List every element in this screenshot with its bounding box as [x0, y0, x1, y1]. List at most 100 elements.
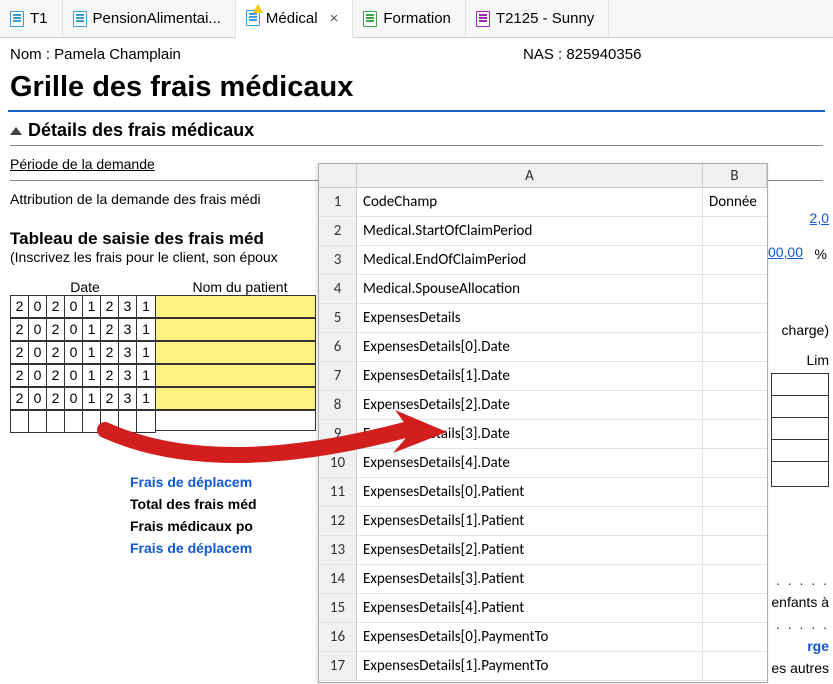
col-header-b[interactable]: B — [703, 164, 767, 188]
cell[interactable]: Medical.StartOfClaimPeriod — [357, 217, 703, 246]
tab-formation[interactable]: Formation — [353, 0, 466, 37]
date-digit[interactable]: 1 — [137, 388, 155, 409]
date-digit[interactable]: 2 — [101, 388, 119, 409]
date-digit[interactable]: 2 — [47, 319, 65, 340]
row-header[interactable]: 16 — [319, 623, 357, 652]
date-digit[interactable]: 0 — [29, 319, 47, 340]
row-header[interactable]: 8 — [319, 391, 357, 420]
close-icon[interactable]: × — [330, 10, 339, 27]
date-digit[interactable]: 1 — [137, 365, 155, 386]
patient-field[interactable] — [156, 364, 316, 387]
cell[interactable] — [703, 449, 767, 478]
cell[interactable]: Medical.SpouseAllocation — [357, 275, 703, 304]
row-header[interactable]: 3 — [319, 246, 357, 275]
row-header[interactable]: 11 — [319, 478, 357, 507]
cell[interactable]: ExpensesDetails[0].PaymentTo — [357, 623, 703, 652]
cell[interactable]: CodeChamp — [357, 188, 703, 217]
cell[interactable] — [703, 304, 767, 333]
row-header[interactable]: 5 — [319, 304, 357, 333]
cell[interactable]: ExpensesDetails[3].Date — [357, 420, 703, 449]
row-header[interactable]: 14 — [319, 565, 357, 594]
cell[interactable] — [703, 623, 767, 652]
date-digit[interactable]: 1 — [83, 319, 101, 340]
date-field[interactable]: 20201231 — [10, 295, 156, 318]
date-digit[interactable] — [29, 411, 47, 432]
section-header[interactable]: Détails des frais médicaux — [10, 120, 823, 141]
date-digit[interactable]: 0 — [65, 296, 83, 317]
date-digit[interactable] — [101, 411, 119, 432]
cell[interactable] — [703, 333, 767, 362]
row-header[interactable]: 12 — [319, 507, 357, 536]
cell[interactable] — [703, 536, 767, 565]
date-digit[interactable] — [65, 411, 83, 432]
date-digit[interactable]: 1 — [137, 319, 155, 340]
date-digit[interactable]: 0 — [65, 365, 83, 386]
row-header[interactable]: 15 — [319, 594, 357, 623]
date-digit[interactable]: 2 — [11, 319, 29, 340]
cell[interactable] — [703, 420, 767, 449]
text-snippet[interactable]: rge — [807, 638, 829, 654]
date-digit[interactable] — [11, 411, 29, 432]
tab-pension[interactable]: PensionAlimentai... — [63, 0, 236, 37]
tab-t1[interactable]: T1 — [0, 0, 63, 37]
cell[interactable] — [703, 275, 767, 304]
cell[interactable]: ExpensesDetails[1].PaymentTo — [357, 652, 703, 681]
date-digit[interactable]: 0 — [29, 342, 47, 363]
cell[interactable] — [703, 391, 767, 420]
date-field[interactable]: 20201231 — [10, 341, 156, 364]
cell[interactable]: ExpensesDetails[2].Date — [357, 391, 703, 420]
date-digit[interactable]: 2 — [11, 365, 29, 386]
patient-field[interactable] — [156, 410, 316, 431]
date-digit[interactable]: 0 — [65, 342, 83, 363]
date-digit[interactable]: 2 — [101, 319, 119, 340]
patient-field[interactable] — [156, 318, 316, 341]
cell[interactable]: ExpensesDetails[4].Patient — [357, 594, 703, 623]
cell[interactable]: ExpensesDetails[2].Patient — [357, 536, 703, 565]
date-digit[interactable]: 1 — [83, 365, 101, 386]
date-digit[interactable]: 2 — [47, 296, 65, 317]
date-field[interactable]: 20201231 — [10, 318, 156, 341]
cell[interactable] — [703, 478, 767, 507]
tab-medical[interactable]: Médical × — [236, 0, 353, 38]
cell[interactable] — [703, 246, 767, 275]
date-digit[interactable] — [47, 411, 65, 432]
date-digit[interactable]: 3 — [119, 296, 137, 317]
row-header[interactable]: 2 — [319, 217, 357, 246]
patient-field[interactable] — [156, 387, 316, 410]
date-field[interactable]: 20201231 — [10, 364, 156, 387]
tab-t2125[interactable]: T2125 - Sunny — [466, 0, 609, 37]
cell[interactable] — [703, 652, 767, 681]
date-digit[interactable]: 0 — [29, 296, 47, 317]
date-digit[interactable]: 1 — [83, 388, 101, 409]
row-header[interactable]: 10 — [319, 449, 357, 478]
col-header-a[interactable]: A — [357, 164, 703, 188]
patient-field[interactable] — [156, 341, 316, 364]
row-header[interactable]: 1 — [319, 188, 357, 217]
date-digit[interactable]: 2 — [47, 365, 65, 386]
value-snippet[interactable]: 00,00 — [768, 244, 803, 260]
date-digit[interactable]: 3 — [119, 342, 137, 363]
cell[interactable]: ExpensesDetails[4].Date — [357, 449, 703, 478]
patient-field[interactable] — [156, 295, 316, 318]
row-header[interactable]: 6 — [319, 333, 357, 362]
cell[interactable] — [703, 565, 767, 594]
date-digit[interactable]: 2 — [11, 342, 29, 363]
date-digit[interactable]: 2 — [101, 365, 119, 386]
date-digit[interactable]: 0 — [29, 388, 47, 409]
cell[interactable]: ExpensesDetails[1].Patient — [357, 507, 703, 536]
date-digit[interactable]: 1 — [137, 342, 155, 363]
cell[interactable]: ExpensesDetails[0].Patient — [357, 478, 703, 507]
row-header[interactable]: 4 — [319, 275, 357, 304]
cell[interactable] — [703, 507, 767, 536]
row-header[interactable]: 7 — [319, 362, 357, 391]
date-digit[interactable]: 2 — [11, 296, 29, 317]
date-digit[interactable]: 0 — [65, 388, 83, 409]
date-digit[interactable]: 2 — [47, 388, 65, 409]
row-header[interactable]: 17 — [319, 652, 357, 681]
date-digit[interactable]: 2 — [11, 388, 29, 409]
date-digit[interactable] — [137, 411, 155, 432]
cell[interactable]: Medical.EndOfClaimPeriod — [357, 246, 703, 275]
cell[interactable]: Donnée — [703, 188, 767, 217]
cell[interactable]: ExpensesDetails[3].Patient — [357, 565, 703, 594]
cell[interactable] — [703, 594, 767, 623]
